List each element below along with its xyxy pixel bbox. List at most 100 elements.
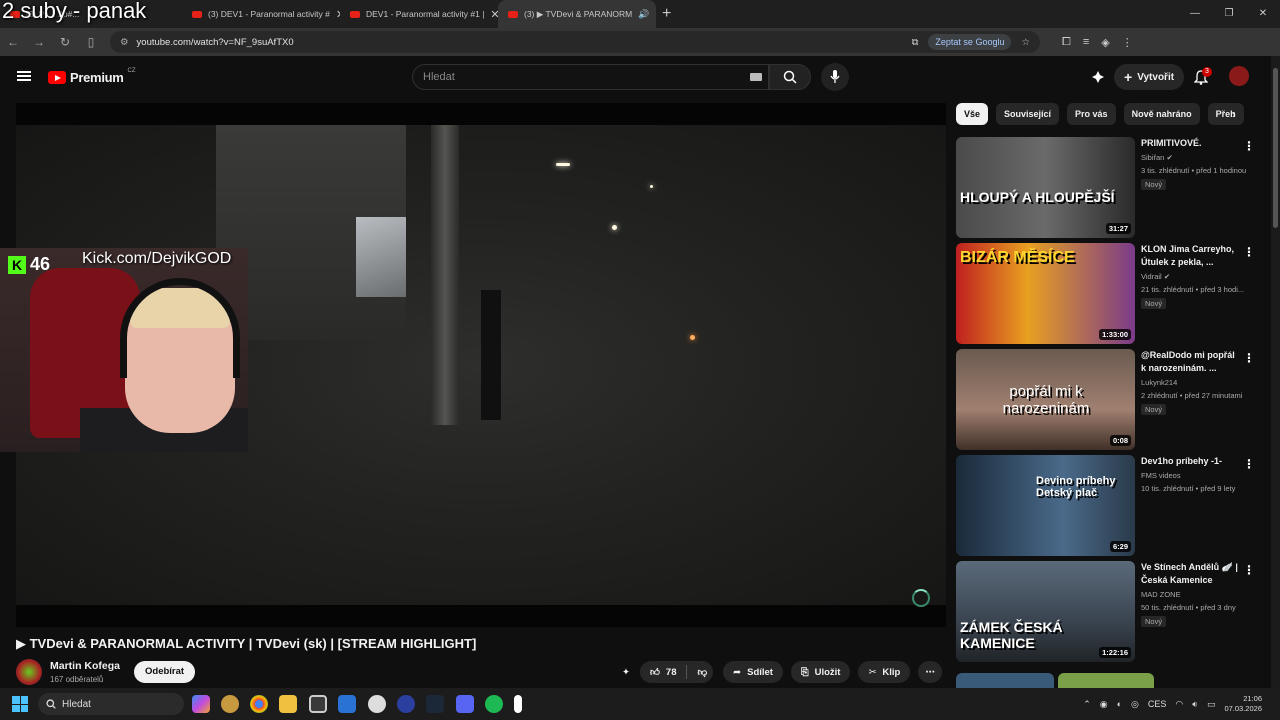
clip-button[interactable]: ✂ Klip xyxy=(858,661,911,683)
restore-icon[interactable]: ❐ xyxy=(1212,0,1246,28)
taskbar-clock[interactable]: 21:06 07.03.2026 xyxy=(1224,694,1262,714)
back-icon[interactable]: ← xyxy=(6,35,20,49)
copilot-app-icon[interactable] xyxy=(192,695,210,713)
rec-more-icon[interactable]: ⋮ xyxy=(1243,245,1255,259)
taskbar-search-input[interactable]: Hledat xyxy=(38,693,184,715)
rec-channel[interactable]: Lukynk214 xyxy=(1141,378,1177,387)
extensions-icon[interactable]: ⧠ xyxy=(1062,36,1071,49)
ask-ai-sparkle-icon[interactable]: ✦ xyxy=(622,667,630,678)
file-explorer-icon[interactable] xyxy=(279,695,297,713)
outlook-app-icon[interactable] xyxy=(338,695,356,713)
chevron-right-icon[interactable]: › xyxy=(1232,109,1236,121)
tray-app-icon[interactable]: ◎ xyxy=(1131,699,1139,710)
spotify-app-icon[interactable] xyxy=(485,695,503,713)
browser-tab-2[interactable]: (3) DEV1 - Paranormal activity # ✕ xyxy=(182,0,340,28)
account-avatar[interactable] xyxy=(1229,66,1249,86)
save-button[interactable]: ⎘ Uložit xyxy=(790,661,851,683)
store-app-icon[interactable] xyxy=(309,695,327,713)
new-tab-icon[interactable]: + xyxy=(662,5,671,23)
volume-icon[interactable]: 🔉︎ xyxy=(1192,699,1198,710)
menu-dots-icon[interactable]: ⋮ xyxy=(1122,36,1133,49)
recommendation-item[interactable]: Devino príbehy Detský plač 6:29 Dev1ho p… xyxy=(956,455,1256,557)
menu-icon[interactable] xyxy=(17,71,31,81)
url-text: youtube.com/watch?v=NF_9suAfTX0 xyxy=(136,36,294,48)
chrome-app-icon[interactable] xyxy=(250,695,268,713)
channel-avatar[interactable] xyxy=(16,659,42,685)
brave-shield-icon[interactable]: ◈ xyxy=(1101,36,1109,49)
rec-channel[interactable]: Vidrail ✔ xyxy=(1141,272,1170,281)
page-scrollbar[interactable] xyxy=(1271,56,1280,688)
rec-more-icon[interactable]: ⋮ xyxy=(1243,351,1255,365)
rec-title[interactable]: KLON Jima Carreyho, Útulek z pekla, ... xyxy=(1141,243,1241,269)
browser-tab-active[interactable]: (3) ▶ TVDevi & PARANORM 🔊 ✕ xyxy=(498,0,656,28)
voice-search-button[interactable] xyxy=(821,63,849,91)
wifi-icon[interactable]: ◠ xyxy=(1175,699,1183,710)
close-window-icon[interactable]: ✕ xyxy=(1246,0,1280,28)
app-icon[interactable] xyxy=(514,695,522,713)
rec-more-icon[interactable]: ⋮ xyxy=(1243,563,1255,577)
battery-icon[interactable]: ▭ xyxy=(1207,699,1216,710)
speaker-icon[interactable]: 🔊 xyxy=(638,9,649,20)
rec-more-icon[interactable]: ⋮ xyxy=(1243,457,1255,471)
rec-title[interactable]: @RealDodo mi popřál k narozeninám. ... xyxy=(1141,349,1241,375)
youtube-premium-logo[interactable]: Premium CZ xyxy=(48,68,136,85)
discord-app-icon[interactable] xyxy=(456,695,474,713)
chip-related[interactable]: Související xyxy=(996,103,1060,125)
reload-icon[interactable]: ↻ xyxy=(58,35,72,49)
like-button[interactable]: 👍︎ 78 xyxy=(650,666,677,679)
subscribe-button[interactable]: Odebírat xyxy=(134,661,196,683)
thumbnail-text: popřál mi k narozeninám xyxy=(1002,383,1090,417)
settings-gear-icon[interactable] xyxy=(368,695,386,713)
close-tab-icon[interactable]: ✕ xyxy=(490,8,498,21)
recommendation-item[interactable]: ZÁMEK ČESKÁ KAMENICE 1:22:16 Ve Stínech … xyxy=(956,561,1256,663)
channel-name[interactable]: Martin Kofega xyxy=(50,660,120,672)
recommendation-item[interactable]: popřál mi k narozeninám 0:08 @RealDodo m… xyxy=(956,349,1256,451)
app-icon[interactable] xyxy=(397,695,415,713)
forward-icon[interactable]: → xyxy=(32,35,46,49)
chip-watched[interactable]: Přeh xyxy=(1207,103,1244,125)
recommendation-item[interactable]: BIZÁR MĚSÍCE 1:33:00 KLON Jima Carreyho,… xyxy=(956,243,1256,345)
tray-app-icon[interactable]: ◉ xyxy=(1100,699,1108,710)
chip-all[interactable]: Vše xyxy=(956,103,989,125)
rec-title[interactable]: PRIMITIVOVÉ. xyxy=(1141,137,1241,150)
chip-for-you[interactable]: Pro vás xyxy=(1067,103,1116,125)
recommendation-item[interactable]: HLOUPÝ A HLOUPĚJŠÍ 31:27 PRIMITIVOVÉ. Si… xyxy=(956,137,1256,239)
rec-channel[interactable]: MAD ZONE xyxy=(1141,590,1181,599)
video-thumbnail[interactable]: ZÁMEK ČESKÁ KAMENICE 1:22:16 xyxy=(956,561,1135,662)
tray-lang[interactable]: CES xyxy=(1148,699,1167,709)
media-control-icon[interactable]: ≡ xyxy=(1083,36,1089,49)
search-button[interactable] xyxy=(769,64,811,90)
rec-channel[interactable]: Sibiřan ✔ xyxy=(1141,153,1173,162)
split-view-icon[interactable]: ▯ xyxy=(84,35,98,49)
omnibox[interactable]: ⚙ youtube.com/watch?v=NF_9suAfTX0 ⧉ Zept… xyxy=(110,31,1040,53)
browser-tab-3[interactable]: DEV1 - Paranormal activity #1 | ✕ xyxy=(340,0,498,28)
tray-chevron-up-icon[interactable]: ⌃ xyxy=(1083,699,1091,710)
video-thumbnail[interactable] xyxy=(956,673,1054,688)
app-icon[interactable] xyxy=(221,695,239,713)
create-button[interactable]: + Vytvořit xyxy=(1114,64,1185,90)
search-input[interactable]: Hledat xyxy=(412,64,769,90)
windows-start-icon[interactable] xyxy=(12,696,28,712)
video-thumbnail[interactable] xyxy=(1058,673,1154,688)
minimize-icon[interactable]: — xyxy=(1178,0,1212,28)
rec-title[interactable]: Dev1ho príbehy -1- xyxy=(1141,455,1241,468)
rec-more-icon[interactable]: ⋮ xyxy=(1243,139,1255,153)
rec-channel[interactable]: FMS videos xyxy=(1141,471,1181,480)
ask-google-button[interactable]: Zeptat se Googlu xyxy=(928,34,1012,50)
more-actions-button[interactable]: ⋯ xyxy=(918,661,942,683)
cast-icon[interactable]: ⧉ xyxy=(912,37,919,48)
video-thumbnail[interactable]: HLOUPÝ A HLOUPĚJŠÍ 31:27 xyxy=(956,137,1135,238)
tray-app-icon[interactable]: ◐ xyxy=(1117,699,1122,709)
keyboard-icon[interactable] xyxy=(750,73,762,81)
bookmark-star-icon[interactable]: ☆ xyxy=(1021,37,1030,48)
video-thumbnail[interactable]: Devino príbehy Detský plač 6:29 xyxy=(956,455,1135,556)
site-info-icon[interactable]: ⚙ xyxy=(120,37,129,48)
rec-title[interactable]: Ve Stínech Andělů 🪽 | Česká Kamenice xyxy=(1141,561,1241,587)
premium-sparkle-icon[interactable] xyxy=(1088,67,1108,87)
chip-recently-uploaded[interactable]: Nově nahráno xyxy=(1123,103,1200,125)
share-button[interactable]: ➦ Sdílet xyxy=(723,661,783,683)
video-thumbnail[interactable]: popřál mi k narozeninám 0:08 xyxy=(956,349,1135,450)
thumbs-down-icon[interactable]: 👎︎ xyxy=(697,666,707,678)
video-thumbnail[interactable]: BIZÁR MĚSÍCE 1:33:00 xyxy=(956,243,1135,344)
steam-app-icon[interactable] xyxy=(426,695,444,713)
